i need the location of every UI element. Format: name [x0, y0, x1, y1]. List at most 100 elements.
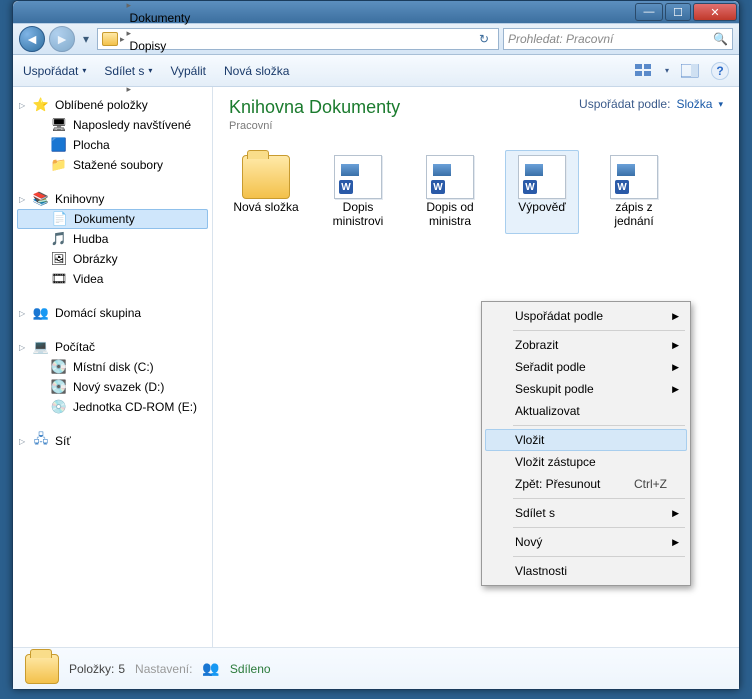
item-label: Videa: [73, 272, 103, 286]
sidebar-group-domácí-skupina[interactable]: ▷👥Domácí skupina: [13, 303, 212, 323]
group-label: Domácí skupina: [55, 306, 141, 320]
close-button[interactable]: ✕: [693, 3, 737, 21]
search-input[interactable]: Prohledat: Pracovní 🔍: [503, 28, 733, 50]
refresh-button[interactable]: ↻: [474, 32, 494, 46]
view-dropdown-icon[interactable]: ▾: [665, 66, 669, 75]
tool-uspořádat[interactable]: Uspořádat▾: [23, 64, 86, 78]
menu-label: Vložit zástupce: [515, 455, 596, 469]
file-zapis-z-jednani[interactable]: Wzápis z jednání: [597, 150, 671, 234]
menu-uspo-dat-podle[interactable]: Uspořádat podle▶: [485, 305, 687, 327]
arrange-by[interactable]: Uspořádat podle: Složka ▾: [579, 97, 723, 111]
breadcrumb-dopisy[interactable]: Dopisy: [127, 39, 194, 53]
menu-label: Uspořádat podle: [515, 309, 603, 323]
item-label: Jednotka CD-ROM (E:): [73, 400, 197, 414]
menu-separator: [513, 527, 685, 528]
sidebar-group-oblíbené-položky[interactable]: ▷⭐Oblíbené položky: [13, 95, 212, 115]
sidebar-group-počítač[interactable]: ▷💻Počítač: [13, 337, 212, 357]
menu-zobrazit[interactable]: Zobrazit▶: [485, 334, 687, 356]
tool-nová-složka[interactable]: Nová složka: [224, 64, 289, 78]
view-mode-button[interactable]: [633, 60, 655, 82]
item-label: Naposledy navštívené: [73, 118, 191, 132]
library-title: Knihovna Dokumenty: [229, 97, 400, 118]
file-dopis-od-ministra[interactable]: WDopis od ministra: [413, 150, 487, 234]
sidebar-group-síť[interactable]: ▷🖧Síť: [13, 431, 212, 451]
maximize-button[interactable]: ☐: [665, 3, 691, 21]
group-icon: 👥: [33, 305, 49, 321]
tool-sdílet-s[interactable]: Sdílet s▾: [104, 64, 152, 78]
item-count: 5: [118, 662, 125, 676]
submenu-arrow-icon: ▶: [672, 384, 679, 395]
menu-seskupit-podle[interactable]: Seskupit podle▶: [485, 378, 687, 400]
menu-separator: [513, 556, 685, 557]
sidebar-item-downloads[interactable]: 📁Stažené soubory: [13, 155, 212, 175]
preview-pane-button[interactable]: [679, 60, 701, 82]
item-label: Obrázky: [73, 252, 118, 266]
item-count-label: Položky:: [69, 662, 114, 676]
sidebar-item-documents[interactable]: 📄Dokumenty: [17, 209, 208, 229]
chevron-right-icon: ▸: [127, 0, 132, 10]
sidebar-item-recent[interactable]: 🖥Naposledy navštívené: [13, 115, 212, 135]
menu-aktualizovat[interactable]: Aktualizovat: [485, 400, 687, 422]
menu-separator: [513, 498, 685, 499]
shared-status: Sdíleno: [230, 662, 271, 676]
submenu-arrow-icon: ▶: [672, 508, 679, 519]
back-button[interactable]: ◄: [19, 26, 45, 52]
search-placeholder: Prohledat: Pracovní: [508, 32, 613, 46]
expand-icon: ▷: [19, 195, 25, 204]
forward-button[interactable]: ►: [49, 26, 75, 52]
group-label: Oblíbené položky: [55, 98, 148, 112]
navigation-pane: ▷⭐Oblíbené položky🖥Naposledy navštívené🟦…: [13, 87, 213, 647]
document-icon: W: [518, 155, 566, 199]
explorer-window: — ☐ ✕ ◄ ► ▾ ▸ Knihovny▸Dokumenty▸Dopisy▸…: [12, 0, 740, 690]
item-label: Plocha: [73, 138, 110, 152]
menu-label: Nový: [515, 535, 542, 549]
menu-sd-let-s[interactable]: Sdílet s▶: [485, 502, 687, 524]
menu-label: Seřadit podle: [515, 360, 586, 374]
file-dopis-ministrovi[interactable]: WDopis ministrovi: [321, 150, 395, 234]
tool-label: Nová složka: [224, 64, 289, 78]
item-icon: 🟦: [51, 137, 67, 153]
document-icon: W: [426, 155, 474, 199]
nav-history-dropdown[interactable]: ▾: [79, 29, 93, 49]
minimize-button[interactable]: —: [635, 3, 663, 21]
expand-icon: ▷: [19, 343, 25, 352]
menu-label: Vlastnosti: [515, 564, 567, 578]
tool-label: Uspořádat: [23, 64, 78, 78]
file-vypoved[interactable]: WVýpověď: [505, 150, 579, 234]
menu-vlo-it-z-stupce[interactable]: Vložit zástupce: [485, 451, 687, 473]
breadcrumb-dokumenty[interactable]: Dokumenty: [127, 11, 194, 25]
sidebar-item-pictures[interactable]: 🖼 Obrázky: [13, 249, 212, 269]
item-icon: 📄: [52, 211, 68, 227]
sidebar-item-drive-e[interactable]: 💿Jednotka CD-ROM (E:): [13, 397, 212, 417]
document-icon: W: [610, 155, 658, 199]
help-button[interactable]: ?: [711, 62, 729, 80]
group-label: Počítač: [55, 340, 95, 354]
menu-label: Aktualizovat: [515, 404, 580, 418]
group-icon: 📚: [33, 191, 49, 207]
tool-label: Vypálit: [170, 64, 206, 78]
sidebar-item-music[interactable]: 🎵Hudba: [13, 229, 212, 249]
address-bar[interactable]: ▸ Knihovny▸Dokumenty▸Dopisy▸Pracovní▸ ↻: [97, 28, 499, 50]
file-label: zápis z jednání: [600, 201, 668, 229]
titlebar: — ☐ ✕: [13, 1, 739, 23]
sidebar-item-videos[interactable]: 🎞Videa: [13, 269, 212, 289]
menu-zp-t-p-esunout[interactable]: Zpět: PřesunoutCtrl+Z: [485, 473, 687, 495]
group-label: Síť: [55, 434, 71, 448]
tool-vypálit[interactable]: Vypálit: [170, 64, 206, 78]
menu-vlo-it[interactable]: Vložit: [485, 429, 687, 451]
menu-nov-[interactable]: Nový▶: [485, 531, 687, 553]
menu-label: Zpět: Přesunout: [515, 477, 600, 491]
item-icon: 🖼: [51, 251, 67, 267]
sidebar-item-drive-c[interactable]: 💽Místní disk (C:): [13, 357, 212, 377]
file-label: Dopis ministrovi: [324, 201, 392, 229]
item-label: Místní disk (C:): [73, 360, 154, 374]
sidebar-item-desktop[interactable]: 🟦 Plocha: [13, 135, 212, 155]
menu-vlastnosti[interactable]: Vlastnosti: [485, 560, 687, 582]
menu-se-adit-podle[interactable]: Seřadit podle▶: [485, 356, 687, 378]
content-pane[interactable]: Knihovna Dokumenty Pracovní Uspořádat po…: [213, 87, 739, 647]
sidebar-group-knihovny[interactable]: ▷📚Knihovny: [13, 189, 212, 209]
chevron-down-icon: ▾: [148, 66, 152, 75]
item-label: Hudba: [73, 232, 108, 246]
file-nova-slozka[interactable]: Nová složka: [229, 150, 303, 234]
sidebar-item-drive-d[interactable]: 💽Nový svazek (D:): [13, 377, 212, 397]
